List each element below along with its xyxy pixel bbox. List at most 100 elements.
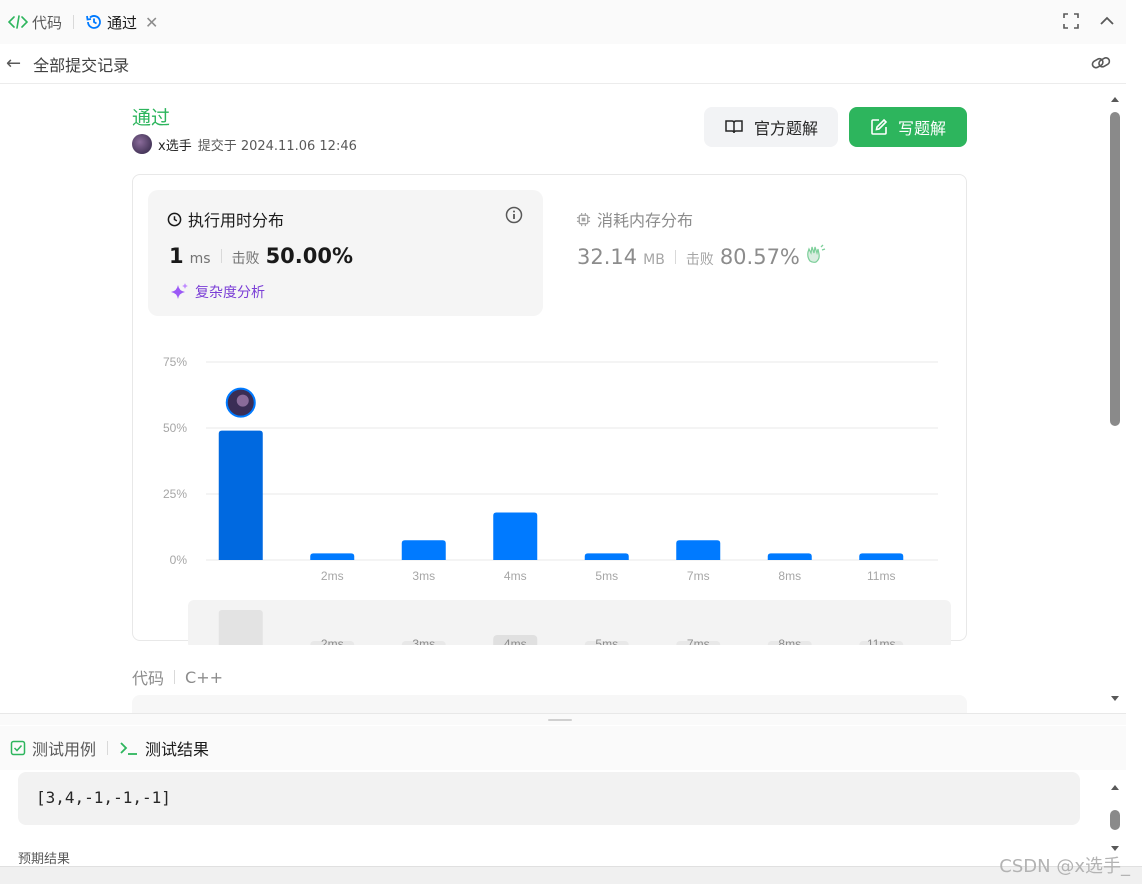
x-tick-label: 2ms (321, 569, 344, 583)
official-solution-label: 官方题解 (753, 119, 818, 138)
bar (767, 553, 812, 560)
clap-icon (807, 244, 826, 263)
tab-divider (107, 741, 109, 755)
history-icon (86, 15, 101, 29)
memory-unit: MB (643, 252, 665, 268)
bottom-tab-bar: 测试用例 测试结果 (0, 726, 1126, 770)
stats-card: 执行用时分布 1 ms 击败 50.00% 复杂度分析 消耗内存分布 32.14… (132, 174, 967, 645)
fullscreen-icon[interactable] (1062, 12, 1080, 30)
all-submissions-link[interactable]: 全部提交记录 (33, 52, 129, 76)
submission-status: 通过 (132, 107, 171, 129)
submission-detail: 通过 x选手 提交于 2024.11.06 12:46 官方题解 写题解 执行用… (0, 85, 1126, 713)
y-tick-label: 25% (163, 487, 187, 501)
navigator-label: 3ms (412, 637, 435, 645)
tab-testcase-label: 测试用例 (32, 740, 97, 759)
tab-submission-label: 通过 (107, 13, 138, 32)
status-strip (0, 866, 1142, 884)
bar (859, 553, 904, 560)
runtime-number: 1 (169, 244, 184, 268)
submit-time: 提交于 2024.11.06 12:46 (197, 138, 357, 154)
tab-code[interactable]: 代码 (8, 12, 62, 33)
scrollbar[interactable] (1106, 92, 1124, 714)
clock-icon (167, 212, 182, 226)
runtime-beats: 50.00% (265, 244, 354, 268)
runtime-panel[interactable]: 执行用时分布 1 ms 击败 50.00% 复杂度分析 (148, 190, 543, 316)
official-solution-button[interactable]: 官方题解 (704, 107, 838, 147)
chevron-up-icon[interactable] (1098, 12, 1116, 30)
navigator-label: 7ms (687, 637, 710, 645)
close-icon[interactable]: ✕ (145, 13, 158, 32)
panel-resize-handle[interactable] (0, 713, 1126, 725)
tab-submission[interactable]: 通过 ✕ (85, 12, 158, 33)
top-tab-bar: 代码 通过 ✕ (0, 0, 1126, 44)
tab-test-result-label: 测试结果 (145, 740, 210, 759)
x-tick-label: 7ms (687, 569, 710, 583)
x-tick-label: 8ms (778, 569, 801, 583)
bar (218, 430, 263, 560)
code-language-row: 代码 C++ (132, 665, 223, 689)
sparkle-icon (171, 283, 188, 299)
username[interactable]: x选手 (158, 135, 192, 154)
complexity-label: 复杂度分析 (195, 285, 265, 301)
tab-testcase[interactable]: 测试用例 (10, 736, 96, 760)
terminal-icon (120, 742, 138, 755)
code-label: 代码 (132, 669, 165, 688)
watermark: CSDN @x选手_ (999, 856, 1130, 877)
divider (220, 249, 222, 263)
runtime-beats-label: 击败 (231, 251, 260, 267)
runtime-title: 执行用时分布 (167, 207, 284, 231)
tab-test-result[interactable]: 测试结果 (119, 736, 209, 760)
edit-icon (871, 118, 888, 135)
bar (493, 512, 538, 560)
memory-panel[interactable]: 消耗内存分布 (576, 207, 693, 231)
runtime-title-label: 执行用时分布 (188, 211, 285, 230)
navigator-bar (218, 610, 263, 645)
x-tick-label: 4ms (504, 569, 527, 583)
navigator-label: 4ms (504, 637, 527, 645)
avatar[interactable] (132, 134, 152, 154)
x-tick-label: 3ms (412, 569, 435, 583)
code-language: C++ (185, 667, 223, 687)
resize-grip[interactable] (548, 719, 572, 721)
y-tick-label: 75% (163, 355, 187, 369)
navigator-label: 2ms (321, 637, 344, 645)
info-icon[interactable] (505, 206, 523, 224)
divider (674, 250, 676, 264)
checkbox-icon (10, 740, 26, 756)
divider (174, 670, 176, 684)
code-editor[interactable] (132, 695, 967, 713)
back-arrow-icon[interactable]: ← (6, 53, 21, 74)
memory-number: 32.14 (577, 245, 638, 269)
memory-beats: 80.57% (719, 245, 800, 269)
complexity-analysis-link[interactable]: 复杂度分析 (169, 282, 265, 302)
tab-code-label: 代码 (32, 13, 63, 32)
expected-result-label: 预期结果 (18, 852, 71, 867)
runtime-distribution-chart: 75% 50% 25% 0% 2ms 3ms 4ms 5ms 7ms 8ms 11ms 2ms 3ms 4… (163, 355, 951, 645)
y-tick-label: 0% (170, 553, 188, 567)
submission-meta: x选手 提交于 2024.11.06 12:46 (132, 134, 357, 154)
code-icon (8, 15, 28, 29)
write-solution-button[interactable]: 写题解 (849, 107, 967, 147)
submission-header-bar: ← 全部提交记录 (0, 44, 1126, 84)
tab-divider (73, 15, 75, 29)
x-tick-label: 11ms (867, 569, 895, 583)
x-tick-label: 5ms (595, 569, 618, 583)
bar (676, 540, 721, 560)
bar (401, 540, 446, 560)
chart-navigator (188, 600, 951, 645)
navigator-label: 8ms (778, 637, 801, 645)
testcase-input[interactable]: [3,4,-1,-1,-1] (18, 772, 1080, 825)
navigator-label: 11ms (867, 637, 895, 645)
bar (584, 553, 629, 560)
link-icon[interactable] (1090, 54, 1112, 72)
memory-title-label: 消耗内存分布 (597, 211, 694, 230)
book-icon (725, 120, 743, 134)
avatar-detail (236, 394, 249, 407)
memory-value: 32.14 MB 击败 80.57% (577, 244, 826, 269)
chip-icon (576, 212, 591, 226)
runtime-value: 1 ms 击败 50.00% (169, 244, 353, 268)
write-solution-label: 写题解 (897, 119, 946, 138)
bar (310, 553, 355, 560)
y-tick-label: 50% (163, 421, 187, 435)
runtime-unit: ms (189, 251, 211, 267)
